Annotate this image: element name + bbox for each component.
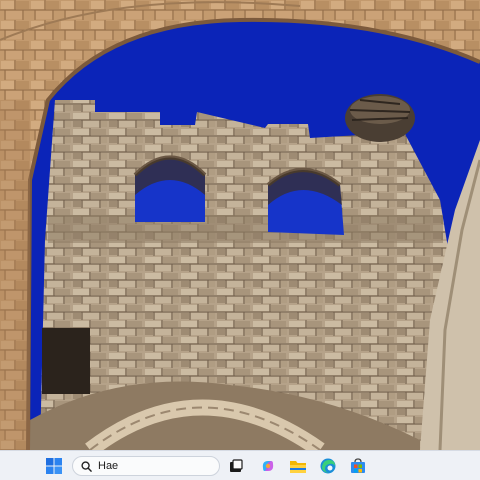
taskbar: Hae: [0, 450, 480, 480]
windows-start-button[interactable]: [44, 456, 64, 476]
edge-browser-icon: [320, 458, 336, 474]
microsoft-store-icon: [351, 458, 365, 473]
microsoft-store-button[interactable]: [348, 456, 368, 476]
edge-browser-button[interactable]: [318, 456, 338, 476]
file-explorer-button[interactable]: [288, 456, 308, 476]
task-view-icon: [230, 459, 243, 472]
taskbar-search-box[interactable]: Hae: [72, 456, 220, 476]
search-icon: [81, 460, 92, 472]
stone-ruin-photo: [0, 0, 480, 450]
search-input[interactable]: Hae: [98, 460, 118, 472]
desktop-wallpaper: [0, 0, 480, 450]
task-view-button[interactable]: [226, 456, 246, 476]
copilot-icon: [262, 461, 274, 471]
copilot-button[interactable]: [258, 456, 278, 476]
windows-start-icon: [46, 458, 62, 474]
file-explorer-icon: [290, 461, 306, 473]
